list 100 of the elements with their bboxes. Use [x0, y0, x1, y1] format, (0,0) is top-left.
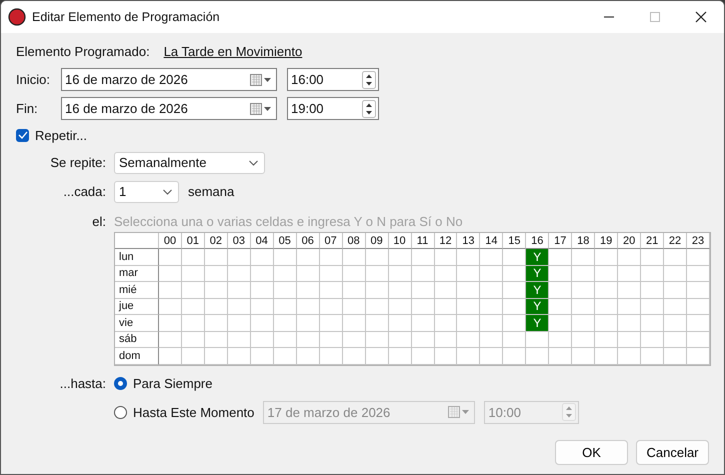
- schedule-cell[interactable]: [182, 348, 205, 364]
- schedule-cell[interactable]: [204, 249, 228, 266]
- date-picker[interactable]: 16 de marzo de 2026: [61, 68, 277, 91]
- schedule-cell[interactable]: [366, 266, 389, 282]
- schedule-cell[interactable]: [480, 249, 504, 266]
- schedule-cell[interactable]: [388, 249, 412, 266]
- schedule-cell[interactable]: [250, 249, 274, 266]
- schedule-cell[interactable]: [687, 282, 710, 298]
- schedule-cell[interactable]: [480, 332, 504, 348]
- schedule-cell[interactable]: [412, 249, 434, 266]
- schedule-cell[interactable]: [526, 348, 550, 364]
- schedule-cell[interactable]: [182, 282, 205, 298]
- schedule-cell[interactable]: [296, 315, 320, 332]
- schedule-cell[interactable]: [434, 298, 458, 315]
- schedule-cell[interactable]: [228, 266, 251, 282]
- schedule-cell[interactable]: [687, 332, 710, 348]
- schedule-cell[interactable]: [664, 298, 688, 315]
- schedule-cell[interactable]: [274, 282, 297, 298]
- schedule-cell[interactable]: [457, 348, 480, 364]
- schedule-cell[interactable]: [595, 298, 618, 315]
- schedule-cell[interactable]: [549, 266, 572, 282]
- schedule-cell[interactable]: [595, 332, 618, 348]
- schedule-cell[interactable]: [412, 332, 434, 348]
- schedule-cell[interactable]: [434, 332, 458, 348]
- schedule-cell[interactable]: [549, 298, 572, 315]
- schedule-cell[interactable]: Y: [526, 249, 550, 266]
- schedule-cell[interactable]: [641, 315, 664, 332]
- schedule-cell[interactable]: [572, 249, 596, 266]
- schedule-cell[interactable]: [549, 348, 572, 364]
- schedule-cell[interactable]: [457, 249, 480, 266]
- schedule-cell[interactable]: [549, 315, 572, 332]
- schedule-cell[interactable]: [664, 315, 688, 332]
- schedule-cell[interactable]: [250, 282, 274, 298]
- schedule-cell[interactable]: [320, 282, 343, 298]
- schedule-cell[interactable]: [480, 315, 504, 332]
- schedule-cell[interactable]: [687, 315, 710, 332]
- schedule-cell[interactable]: [572, 348, 596, 364]
- schedule-cell[interactable]: [388, 282, 412, 298]
- schedule-cell[interactable]: [296, 348, 320, 364]
- schedule-cell[interactable]: [342, 298, 366, 315]
- schedule-cell[interactable]: [549, 249, 572, 266]
- schedule-cell[interactable]: [503, 348, 526, 364]
- schedule-cell[interactable]: [618, 282, 642, 298]
- schedule-cell[interactable]: [549, 282, 572, 298]
- schedule-cell[interactable]: [228, 298, 251, 315]
- schedule-cell[interactable]: [204, 298, 228, 315]
- schedule-cell[interactable]: [595, 315, 618, 332]
- schedule-cell[interactable]: [366, 315, 389, 332]
- schedule-cell[interactable]: [388, 348, 412, 364]
- schedule-cell[interactable]: [641, 249, 664, 266]
- schedule-cell[interactable]: [296, 249, 320, 266]
- schedule-cell[interactable]: [342, 332, 366, 348]
- schedule-cell[interactable]: [457, 266, 480, 282]
- schedule-cell[interactable]: [595, 282, 618, 298]
- schedule-cell[interactable]: [320, 348, 343, 364]
- schedule-cell[interactable]: [250, 348, 274, 364]
- schedule-cell[interactable]: [204, 348, 228, 364]
- schedule-cell[interactable]: [572, 315, 596, 332]
- schedule-cell[interactable]: [250, 266, 274, 282]
- schedule-cell[interactable]: [274, 348, 297, 364]
- schedule-cell[interactable]: [250, 315, 274, 332]
- schedule-cell[interactable]: [274, 298, 297, 315]
- schedule-cell[interactable]: [618, 266, 642, 282]
- schedule-cell[interactable]: [250, 298, 274, 315]
- schedule-cell[interactable]: [664, 332, 688, 348]
- schedule-cell[interactable]: [412, 282, 434, 298]
- schedule-cell[interactable]: [228, 332, 251, 348]
- schedule-cell[interactable]: [320, 332, 343, 348]
- schedule-cell[interactable]: [342, 249, 366, 266]
- schedule-cell[interactable]: [204, 315, 228, 332]
- schedule-cell[interactable]: [664, 249, 688, 266]
- schedule-cell[interactable]: [572, 282, 596, 298]
- schedule-cell[interactable]: [412, 348, 434, 364]
- dialog-button[interactable]: OK: [555, 440, 628, 464]
- schedule-cell[interactable]: [228, 348, 251, 364]
- schedule-cell[interactable]: [572, 298, 596, 315]
- schedule-cell[interactable]: [457, 298, 480, 315]
- schedule-cell[interactable]: Y: [526, 266, 550, 282]
- schedule-cell[interactable]: [687, 249, 710, 266]
- schedule-cell[interactable]: [687, 298, 710, 315]
- schedule-cell[interactable]: [204, 332, 228, 348]
- schedule-cell[interactable]: [664, 282, 688, 298]
- schedule-cell[interactable]: [274, 249, 297, 266]
- schedule-cell[interactable]: [457, 332, 480, 348]
- schedule-cell[interactable]: [412, 315, 434, 332]
- schedule-cell[interactable]: [434, 266, 458, 282]
- schedule-cell[interactable]: [572, 266, 596, 282]
- schedule-cell[interactable]: [641, 282, 664, 298]
- schedule-cell[interactable]: [480, 348, 504, 364]
- schedule-cell[interactable]: [159, 332, 182, 348]
- radio-button[interactable]: [114, 376, 127, 390]
- schedule-cell[interactable]: [296, 298, 320, 315]
- schedule-cell[interactable]: [274, 315, 297, 332]
- schedule-cell[interactable]: [228, 282, 251, 298]
- schedule-cell[interactable]: [159, 282, 182, 298]
- scheduled-item-link[interactable]: La Tarde en Movimiento: [164, 44, 302, 58]
- schedule-cell[interactable]: [618, 332, 642, 348]
- schedule-cell[interactable]: [595, 348, 618, 364]
- schedule-cell[interactable]: [503, 332, 526, 348]
- schedule-cell[interactable]: [434, 315, 458, 332]
